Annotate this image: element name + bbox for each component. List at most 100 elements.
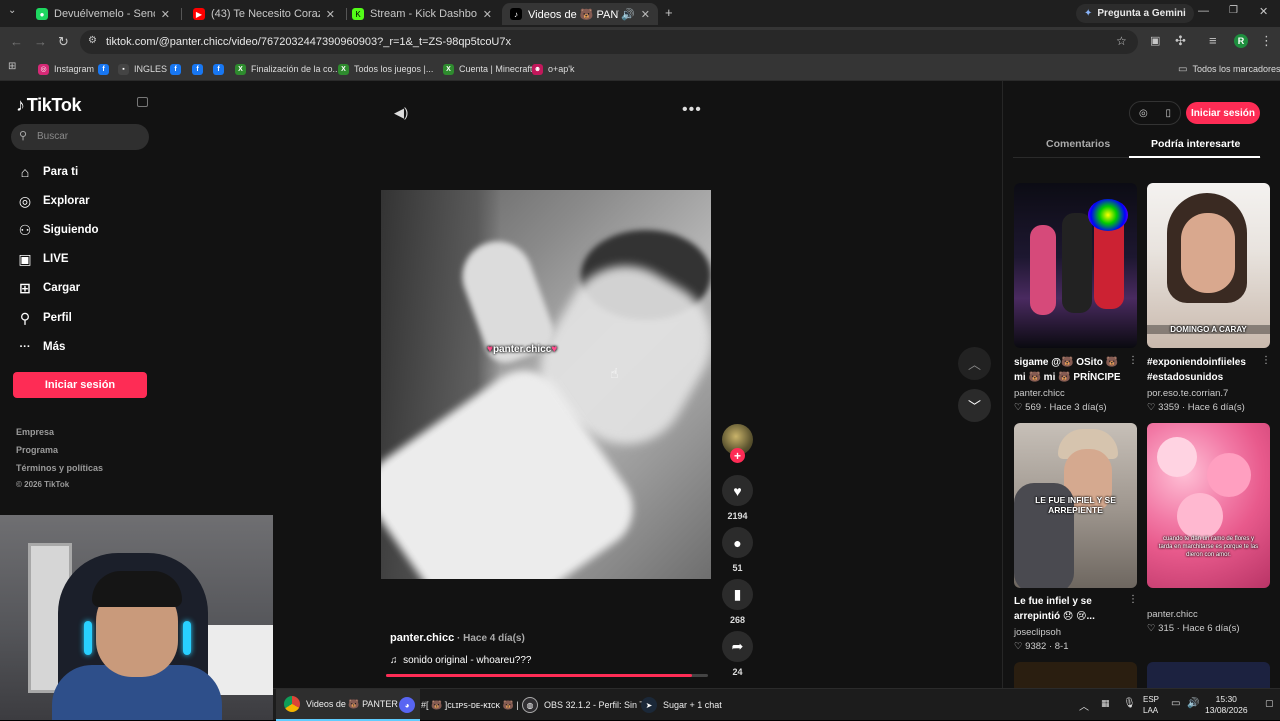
video-sound[interactable]: ♫ sonido original - whoareu??? <box>390 655 531 666</box>
video-author[interactable]: panter.chicc · Hace 4 día(s) <box>390 632 525 644</box>
taskbar-item-obs[interactable]: ◍ OBS 32.1.2 - Perfil: Sin Tí <box>516 689 653 721</box>
next-video-button[interactable]: ﹀ <box>958 389 991 422</box>
bookmark-star-icon[interactable]: ☆ <box>1116 34 1127 48</box>
desktop-app-icon[interactable]: ◎ <box>1139 108 1148 119</box>
video-thumbnail[interactable]: DOMINGO A CARAY <box>1147 183 1270 348</box>
browser-tab-active[interactable]: ♪ Videos de 🐻 PANTER 🐻 CH 🔊 ✕ <box>502 3 658 25</box>
close-icon[interactable]: ✕ <box>161 8 170 21</box>
sidebar-item-cargar[interactable]: ⊞ Cargar <box>16 278 80 298</box>
previous-video-button[interactable]: ︿ <box>958 347 991 380</box>
browser-tab[interactable]: ▶ (43) Te Necesito Corazón Serra ✕ <box>185 3 343 25</box>
close-icon[interactable]: ✕ <box>483 8 492 21</box>
footer-company[interactable]: Empresa <box>16 427 54 437</box>
card-title[interactable]: #exponiendoinfiieles #estadosunidos <box>1147 355 1265 385</box>
site-info-icon[interactable]: ⚙ <box>88 35 97 46</box>
footer-terms[interactable]: Términos y políticas <box>16 463 103 473</box>
url-text[interactable]: tiktok.com/@panter.chicc/video/767203244… <box>106 36 511 48</box>
sidebar-item-más[interactable]: ··· Más <box>16 337 66 357</box>
cast-icon[interactable]: ▣ <box>1150 34 1160 47</box>
login-button-top[interactable]: Iniciar sesión <box>1186 102 1260 124</box>
mobile-app-icon[interactable]: ▯ <box>1166 108 1172 119</box>
sidebar-item-explorar[interactable]: ◎ Explorar <box>16 191 90 211</box>
follow-plus-icon[interactable]: + <box>730 448 745 463</box>
notifications-icon[interactable]: ▢ <box>1265 698 1274 709</box>
system-clock[interactable]: 15:30 13/08/2026 <box>1205 694 1248 716</box>
bookmark-item[interactable]: f <box>170 61 186 77</box>
tray-overflow-icon[interactable]: ︿ <box>1079 698 1089 713</box>
card-title[interactable]: sigame @🐻 OSito 🐻 mi 🐻 mi 🐻 PRÍNCIPE <box>1014 355 1132 385</box>
volume-tray-icon[interactable]: 🔊 <box>1187 698 1199 709</box>
reload-icon[interactable]: ↻ <box>58 34 69 50</box>
card-title[interactable]: Le fue infiel y se arrepintió 😞 😢... <box>1014 594 1132 624</box>
bookmark-item[interactable]: f <box>213 61 229 77</box>
tab-comments[interactable]: Comentarios <box>1046 138 1110 150</box>
video-thumbnail[interactable]: LE FUE INFIEL Y SE ARREPIENTE <box>1014 423 1137 588</box>
minimize-icon[interactable]: — <box>1198 5 1209 17</box>
card-more-icon[interactable]: ⋮ <box>1261 355 1271 366</box>
browser-tab[interactable]: K Stream - Kick Dashboard ✕ <box>344 3 500 25</box>
card-user[interactable]: joseclipsoh <box>1014 627 1061 638</box>
more-options-icon[interactable]: ••• <box>682 101 702 119</box>
network-icon[interactable]: ▭ <box>1171 698 1180 709</box>
all-bookmarks[interactable]: ▭ Todos los marcadores <box>1178 61 1280 77</box>
address-bar[interactable]: ⚙ tiktok.com/@panter.chicc/video/7672032… <box>80 30 1138 54</box>
search-input[interactable]: ⚲ Buscar <box>11 124 149 150</box>
bookmark-item[interactable]: ☻ o+ap'k <box>532 61 575 77</box>
maximize-icon[interactable]: ❐ <box>1229 5 1238 16</box>
tab-search-icon[interactable]: ⌄ <box>8 5 16 16</box>
taskbar-item-steam[interactable]: ➤ Sugar + 1 chat <box>635 689 728 721</box>
audio-playing-icon[interactable]: 🔊 <box>621 8 635 21</box>
collapse-sidebar-icon[interactable] <box>137 97 148 107</box>
window-close-icon[interactable]: ✕ <box>1259 5 1268 18</box>
comment-button[interactable]: ● <box>722 527 753 558</box>
share-button[interactable]: ➦ <box>722 631 753 662</box>
bookmark-item[interactable]: ▪ INGLES <box>118 61 167 77</box>
taskbar-item-discord[interactable]: ◕ #[ 🐻 ]ᴄʟɪᴘꜱ-ᴅᴇ-ᴋɪᴄᴋ 🐻 | <box>393 689 525 721</box>
sidebar-item-live[interactable]: ▣ LIVE <box>16 249 68 269</box>
card-user[interactable]: por.eso.te.corrian.7 <box>1147 388 1228 399</box>
forward-icon[interactable]: → <box>34 34 47 49</box>
card-more-icon[interactable]: ⋮ <box>1128 355 1138 366</box>
video-thumbnail[interactable] <box>1147 662 1270 688</box>
tiktok-logo[interactable]: ♪ TikTok <box>16 95 82 116</box>
sidebar-item-perfil[interactable]: ⚲ Perfil <box>16 308 72 328</box>
card-more-icon[interactable]: ⋮ <box>1128 594 1138 605</box>
video-progress-bar[interactable] <box>386 674 708 677</box>
tab-suggestions[interactable]: Podría interesarte <box>1151 138 1240 150</box>
video-thumbnail[interactable]: cuando te dan un ramo de flores y tarda … <box>1147 423 1270 588</box>
close-icon[interactable]: ✕ <box>641 8 650 21</box>
gemini-button[interactable]: ✦ Pregunta a Gemini <box>1076 4 1194 23</box>
bookmark-item[interactable]: X Cuenta | Minecraft <box>443 61 532 77</box>
save-button[interactable]: ▮ <box>722 579 753 610</box>
like-button[interactable]: ♥ <box>722 475 753 506</box>
media-icon[interactable]: ≡ <box>1209 33 1217 48</box>
apps-icon[interactable]: ⊞ <box>8 61 16 72</box>
bookmark-item[interactable]: f <box>98 61 114 77</box>
video-player[interactable]: ♥panter.chicc♥ <box>381 190 711 579</box>
card-user[interactable]: panter.chicc <box>1147 609 1198 620</box>
close-icon[interactable]: ✕ <box>326 8 335 21</box>
video-thumbnail[interactable] <box>1014 183 1137 348</box>
login-button[interactable]: Iniciar sesión <box>13 372 147 398</box>
video-thumbnail[interactable] <box>1014 662 1137 688</box>
bookmark-item[interactable]: f <box>192 61 208 77</box>
input-language[interactable]: ESP LAA <box>1143 694 1159 716</box>
volume-icon[interactable]: ◀) <box>394 105 408 121</box>
card-user[interactable]: panter.chicc <box>1014 388 1065 399</box>
sidebar-item-para-ti[interactable]: ⌂ Para ti <box>16 162 78 182</box>
sidebar-item-siguiendo[interactable]: ⚇ Siguiendo <box>16 220 99 240</box>
bookmark-item[interactable]: X Finalización de la co... <box>235 61 340 77</box>
bookmark-favicon-icon: X <box>338 63 349 75</box>
menu-icon[interactable]: ⋮ <box>1260 33 1273 49</box>
new-tab-icon[interactable]: + <box>665 5 673 20</box>
browser-tab[interactable]: ● Devuélvemelo - Sencillo de Bal ✕ <box>28 3 178 25</box>
back-icon[interactable]: ← <box>10 34 23 49</box>
microphone-icon[interactable]: 🎙 <box>1123 698 1136 709</box>
tray-app-icon[interactable]: ▦ <box>1101 698 1110 709</box>
bookmark-item[interactable]: X Todos los juegos |... <box>338 61 433 77</box>
sidebar-item-label: Perfil <box>43 312 72 324</box>
bookmark-item[interactable]: ◎ Instagram <box>38 61 94 77</box>
footer-program[interactable]: Programa <box>16 445 58 455</box>
profile-avatar-icon[interactable]: R <box>1234 34 1248 48</box>
extensions-icon[interactable]: ✣ <box>1175 33 1186 49</box>
